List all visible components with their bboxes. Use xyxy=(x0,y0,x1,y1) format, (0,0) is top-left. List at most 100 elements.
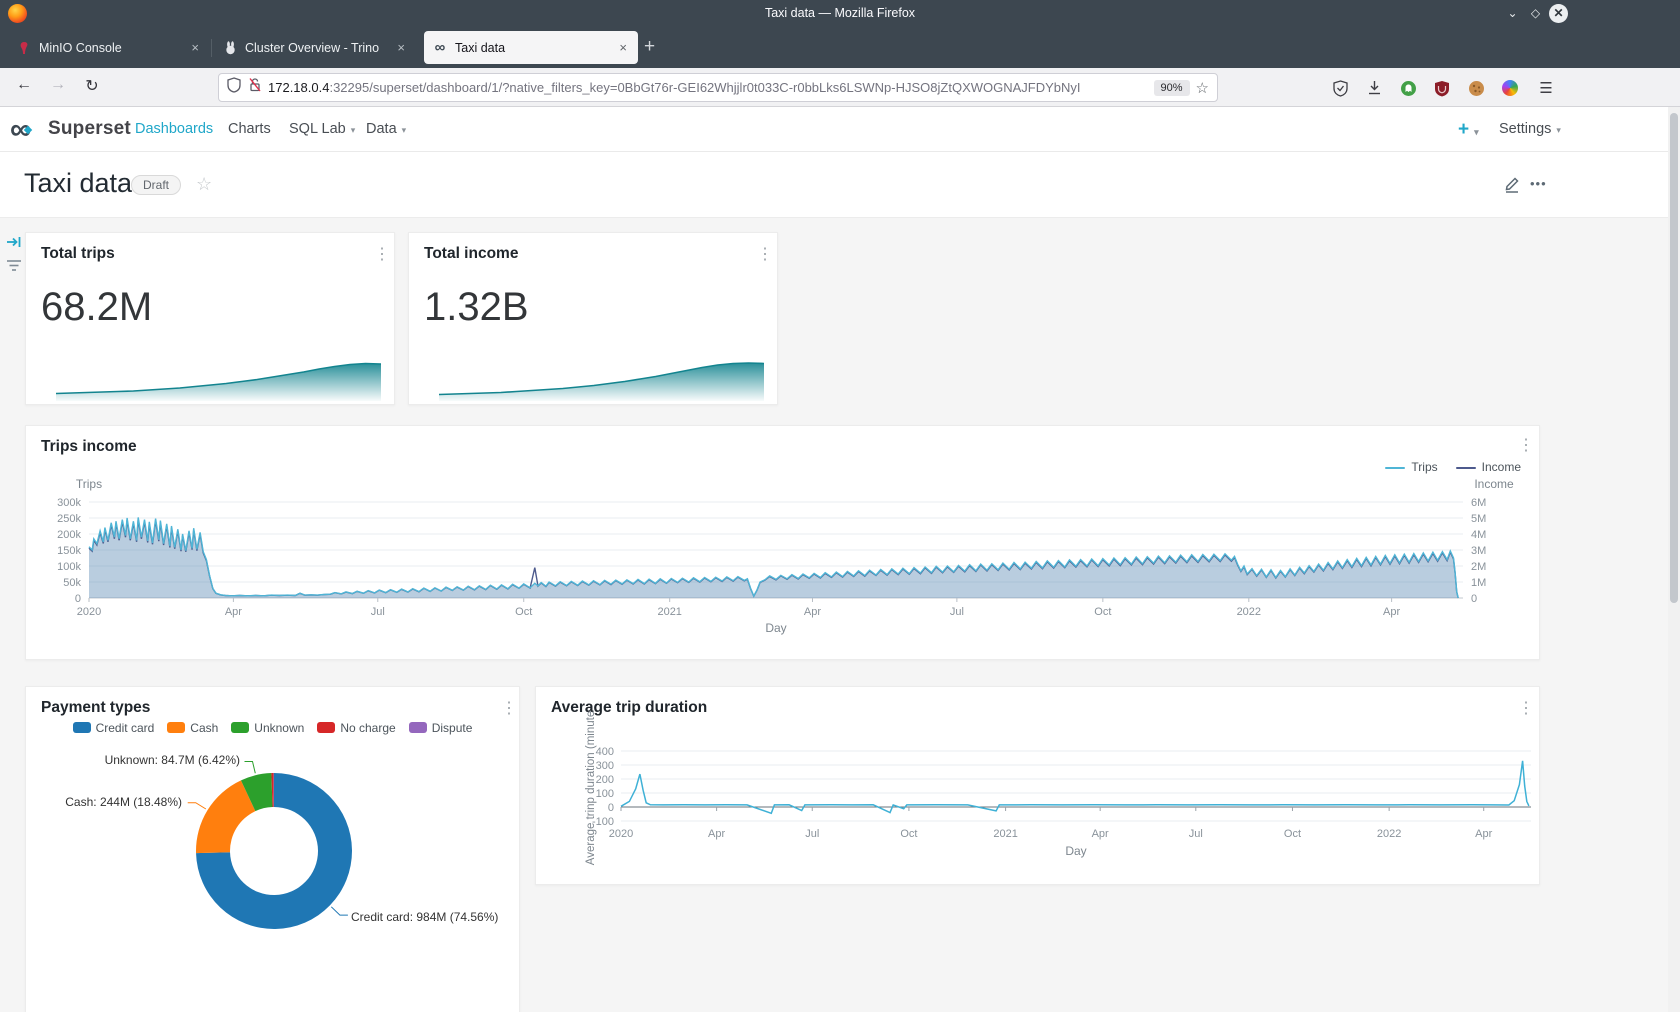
window-titlebar: Taxi data — Mozilla Firefox ⌄ ◇ ✕ xyxy=(0,0,1680,27)
svg-text:4M: 4M xyxy=(1471,529,1486,541)
kpi-value: 1.32B xyxy=(424,285,529,330)
extension-cookie-icon[interactable] xyxy=(1466,78,1486,98)
svg-text:400: 400 xyxy=(596,746,614,758)
trips-income-chart[interactable]: 300k6M250k5M200k4M150k3M100k2M50k1M00Tri… xyxy=(26,426,1541,661)
bookmark-star-icon[interactable]: ☆ xyxy=(1196,79,1209,97)
total-trips-card: Total trips ⋮ 68.2M xyxy=(25,232,395,405)
kebab-menu-icon[interactable]: ⋮ xyxy=(757,247,773,263)
svg-text:Jul: Jul xyxy=(805,828,819,840)
url-text[interactable]: 172.18.0.4:32295/superset/dashboard/1/?n… xyxy=(268,80,1148,95)
svg-text:200: 200 xyxy=(596,774,614,786)
chevron-down-icon: ▾ xyxy=(351,125,356,135)
insecure-lock-icon[interactable] xyxy=(248,77,262,98)
card-title: Total income xyxy=(424,245,518,263)
svg-text:Jul: Jul xyxy=(1189,828,1203,840)
chevron-down-icon: ▾ xyxy=(1556,125,1561,135)
tab-trino[interactable]: Cluster Overview - Trino × xyxy=(214,31,416,64)
svg-text:5M: 5M xyxy=(1471,513,1486,525)
svg-text:2021: 2021 xyxy=(993,828,1017,840)
more-options-button[interactable]: ••• xyxy=(1530,176,1547,191)
filters-icon[interactable] xyxy=(6,258,22,277)
edit-dashboard-button[interactable] xyxy=(1502,174,1522,199)
svg-text:Apr: Apr xyxy=(1383,606,1400,618)
settings-menu[interactable]: Settings▾ xyxy=(1499,107,1561,152)
back-button[interactable]: ← xyxy=(12,76,36,94)
svg-text:Oct: Oct xyxy=(515,606,532,618)
minio-icon xyxy=(16,40,32,56)
card-title: Total trips xyxy=(41,245,115,263)
downloads-icon[interactable] xyxy=(1364,78,1384,98)
nav-data[interactable]: Data▾ xyxy=(366,107,406,152)
window-title: Taxi data — Mozilla Firefox xyxy=(0,0,1680,27)
minimize-button[interactable]: ⌄ xyxy=(1503,4,1522,23)
trino-icon xyxy=(222,40,238,56)
tab-separator xyxy=(211,39,212,57)
maximize-button[interactable]: ◇ xyxy=(1526,4,1545,23)
svg-text:Day: Day xyxy=(765,621,786,635)
total-trips-sparkline[interactable] xyxy=(56,353,381,401)
expand-filter-bar-button[interactable] xyxy=(6,234,22,255)
svg-text:300k: 300k xyxy=(57,497,81,509)
scrollbar-thumb[interactable] xyxy=(1670,113,1678,603)
zoom-indicator[interactable]: 90% xyxy=(1154,80,1190,96)
permissions-shield-icon[interactable] xyxy=(1330,78,1350,98)
extension-ghostery-icon[interactable] xyxy=(1398,78,1418,98)
svg-text:2020: 2020 xyxy=(609,828,633,840)
tab-strip: MinIO Console × Cluster Overview - Trino… xyxy=(0,27,1680,68)
svg-text:-100: -100 xyxy=(592,816,614,828)
new-tab-button[interactable]: + xyxy=(644,37,655,57)
add-new-button[interactable]: +▾ xyxy=(1458,107,1479,152)
page-scrollbar[interactable] xyxy=(1668,107,1680,1012)
tab-close-icon[interactable]: × xyxy=(616,40,630,55)
svg-text:Trips: Trips xyxy=(76,477,102,491)
svg-text:3M: 3M xyxy=(1471,545,1486,557)
superset-favicon: ∞ xyxy=(432,40,448,56)
tab-minio-console[interactable]: MinIO Console × xyxy=(8,31,210,64)
close-button[interactable]: ✕ xyxy=(1549,4,1568,23)
payment-types-donut-chart[interactable] xyxy=(26,687,521,1012)
svg-text:2M: 2M xyxy=(1471,561,1486,573)
svg-text:Jul: Jul xyxy=(950,606,964,618)
url-bar[interactable]: 172.18.0.4:32295/superset/dashboard/1/?n… xyxy=(218,73,1218,102)
svg-text:Apr: Apr xyxy=(1092,828,1109,840)
chevron-down-icon: ▾ xyxy=(1474,127,1479,137)
forward-button[interactable]: → xyxy=(46,76,70,94)
reload-button[interactable]: ↻ xyxy=(80,76,104,96)
avg-trip-duration-chart[interactable]: 4003002001000-1002020AprJulOct2021AprJul… xyxy=(536,687,1541,886)
svg-text:0: 0 xyxy=(1471,593,1477,605)
svg-text:2022: 2022 xyxy=(1237,606,1261,618)
svg-text:Oct: Oct xyxy=(1094,606,1111,618)
superset-logo: ∞ xyxy=(10,116,46,142)
nav-dashboards[interactable]: Dashboards xyxy=(135,107,213,152)
svg-text:150k: 150k xyxy=(57,545,81,557)
svg-text:Day: Day xyxy=(1065,844,1086,858)
payment-types-card: Payment types ⋮ Credit card Cash Unknown… xyxy=(25,686,520,1012)
svg-text:Income: Income xyxy=(1474,477,1514,491)
extension-ublock-icon[interactable] xyxy=(1432,78,1452,98)
nav-charts[interactable]: Charts xyxy=(228,107,271,152)
tracking-shield-icon[interactable] xyxy=(227,77,241,98)
svg-text:Oct: Oct xyxy=(900,828,917,840)
nav-sql-lab[interactable]: SQL Lab▾ xyxy=(289,107,355,152)
tab-close-icon[interactable]: × xyxy=(394,40,408,55)
total-income-card: Total income ⋮ 1.32B xyxy=(408,232,778,405)
draft-badge: Draft xyxy=(131,175,181,195)
dashboard-header: Taxi data Draft ☆ ••• xyxy=(0,152,1680,218)
tab-taxi-data[interactable]: ∞ Taxi data × xyxy=(424,31,638,64)
hamburger-menu-icon[interactable]: ☰ xyxy=(1536,78,1556,98)
superset-navbar: ∞ Superset Dashboards Charts SQL Lab▾ Da… xyxy=(0,107,1680,152)
svg-text:100k: 100k xyxy=(57,561,81,573)
extension-pinwheel-icon[interactable] xyxy=(1500,78,1520,98)
tab-close-icon[interactable]: × xyxy=(188,40,202,55)
svg-text:50k: 50k xyxy=(63,577,81,589)
svg-text:0: 0 xyxy=(75,593,81,605)
favorite-star-icon[interactable]: ☆ xyxy=(196,174,212,195)
svg-text:Apr: Apr xyxy=(1475,828,1492,840)
svg-text:2020: 2020 xyxy=(77,606,101,618)
avg-trip-duration-card: Average trip duration ⋮ Average trinp du… xyxy=(535,686,1540,885)
svg-text:2022: 2022 xyxy=(1377,828,1401,840)
svg-text:Apr: Apr xyxy=(225,606,242,618)
kebab-menu-icon[interactable]: ⋮ xyxy=(374,247,390,263)
svg-text:100: 100 xyxy=(596,788,614,800)
total-income-sparkline[interactable] xyxy=(439,353,764,401)
